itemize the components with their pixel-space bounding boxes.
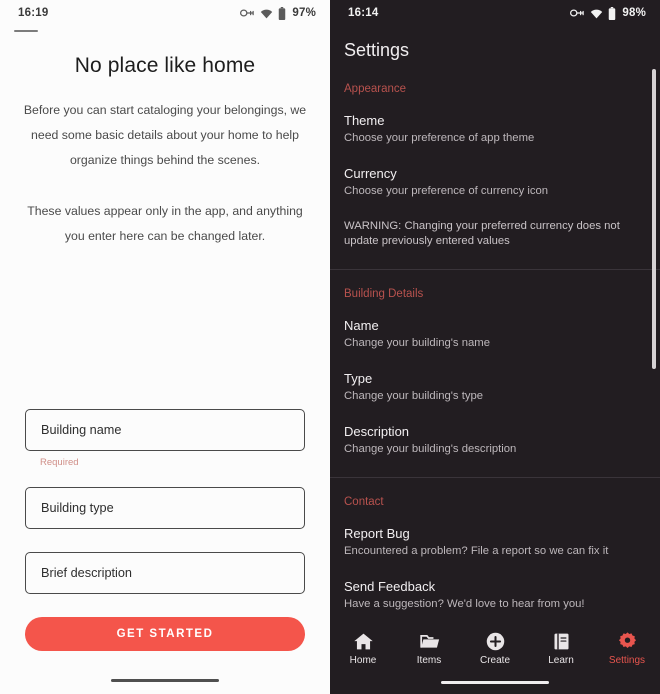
row-title: Name [344, 318, 379, 333]
nav-label: Items [416, 654, 442, 666]
nav-item-items[interactable]: Items [398, 631, 460, 666]
get-started-button[interactable]: GET STARTED [25, 616, 305, 651]
row-title: Currency [344, 166, 397, 181]
building-type-placeholder: Building type [41, 500, 114, 515]
settings-status-bar: 16:14 98% [330, 0, 660, 26]
battery-percent: 98% [622, 7, 646, 19]
row-subtitle: Change your building's type [344, 390, 484, 402]
nav-item-create[interactable]: Create [464, 631, 526, 666]
home-indicator[interactable] [441, 680, 549, 684]
brief-description-input[interactable]: Brief description [25, 551, 305, 594]
bottom-navigation: Home Items Create Learn Settings [330, 624, 660, 681]
row-subtitle: Choose your preference of app theme [344, 132, 535, 144]
building-name-input[interactable]: Building name [25, 408, 305, 451]
row-title: Send Feedback [344, 579, 436, 594]
nav-label: Settings [608, 654, 646, 666]
status-time: 16:14 [348, 7, 379, 19]
section-divider [330, 269, 660, 270]
settings-row-theme[interactable]: Theme Choose your preference of app them… [330, 113, 660, 146]
onboarding-form: Building name Required Building type Bri… [0, 408, 330, 651]
status-icons: 98% [570, 6, 646, 20]
gear-icon [617, 631, 638, 652]
home-indicator[interactable] [111, 678, 219, 682]
row-subtitle: Have a suggestion? We'd love to hear fro… [344, 598, 585, 610]
settings-row-currency[interactable]: Currency Choose your preference of curre… [330, 166, 660, 199]
onboarding-status-bar: 16:19 97% [0, 0, 330, 26]
scrollbar[interactable] [652, 61, 658, 625]
building-name-placeholder: Building name [41, 422, 122, 437]
page-title: Settings [344, 40, 410, 60]
intro-paragraph-1: Before you can start cataloging your bel… [23, 103, 307, 167]
battery-icon [608, 6, 616, 20]
plus-circle-icon [485, 631, 506, 652]
settings-row-type[interactable]: Type Change your building's type [330, 371, 660, 404]
battery-percent: 97% [292, 7, 316, 19]
battery-icon [278, 6, 286, 20]
status-time: 16:19 [18, 7, 49, 19]
wifi-icon [590, 8, 603, 19]
drag-handle[interactable] [14, 30, 38, 32]
nav-label: Create [479, 654, 510, 666]
row-title: Theme [344, 113, 385, 128]
section-header-building-details: Building Details [344, 288, 424, 300]
row-subtitle: Choose your preference of currency icon [344, 185, 549, 197]
scrollbar-thumb[interactable] [652, 69, 656, 369]
nav-item-home[interactable]: Home [332, 631, 394, 666]
page-title: No place like home [74, 54, 256, 77]
nav-label: Home [349, 654, 377, 666]
row-title: Report Bug [344, 526, 410, 541]
settings-row-report-bug[interactable]: Report Bug Encountered a problem? File a… [330, 526, 660, 559]
settings-row-name[interactable]: Name Change your building's name [330, 318, 660, 351]
nav-item-learn[interactable]: Learn [530, 631, 592, 666]
wifi-icon [260, 8, 273, 19]
building-name-hint: Required [40, 456, 79, 468]
row-title: Type [344, 371, 373, 386]
row-title: Description [344, 424, 410, 439]
status-icons: 97% [240, 6, 316, 20]
section-divider [330, 477, 660, 478]
building-type-input[interactable]: Building type [25, 486, 305, 529]
brief-description-placeholder: Brief description [41, 565, 132, 580]
vpn-key-icon [570, 8, 585, 18]
row-subtitle: Change your building's description [344, 443, 517, 455]
section-header-contact: Contact [344, 496, 384, 508]
settings-screen: 16:14 98% Settings Appearance Theme Choo… [330, 0, 660, 694]
onboarding-screen: 16:19 97% No place like home Before you … [0, 0, 330, 694]
dual-screenshot-stage: 16:19 97% No place like home Before you … [0, 0, 660, 694]
currency-warning-text: WARNING: Changing your preferred currenc… [344, 220, 620, 247]
row-subtitle: Encountered a problem? File a report so … [344, 545, 609, 557]
settings-scroll-area[interactable]: Appearance Theme Choose your preference … [330, 61, 660, 625]
settings-row-description[interactable]: Description Change your building's descr… [330, 424, 660, 457]
book-icon [551, 631, 572, 652]
vpn-key-icon [240, 8, 255, 18]
nav-item-settings[interactable]: Settings [596, 631, 658, 666]
nav-label: Learn [548, 654, 574, 666]
section-header-appearance: Appearance [344, 83, 407, 95]
intro-paragraph-2: These values appear only in the app, and… [27, 204, 303, 243]
settings-row-send-feedback[interactable]: Send Feedback Have a suggestion? We'd lo… [330, 579, 660, 612]
folder-icon [419, 631, 440, 652]
home-icon [353, 631, 374, 652]
row-subtitle: Change your building's name [344, 337, 490, 349]
